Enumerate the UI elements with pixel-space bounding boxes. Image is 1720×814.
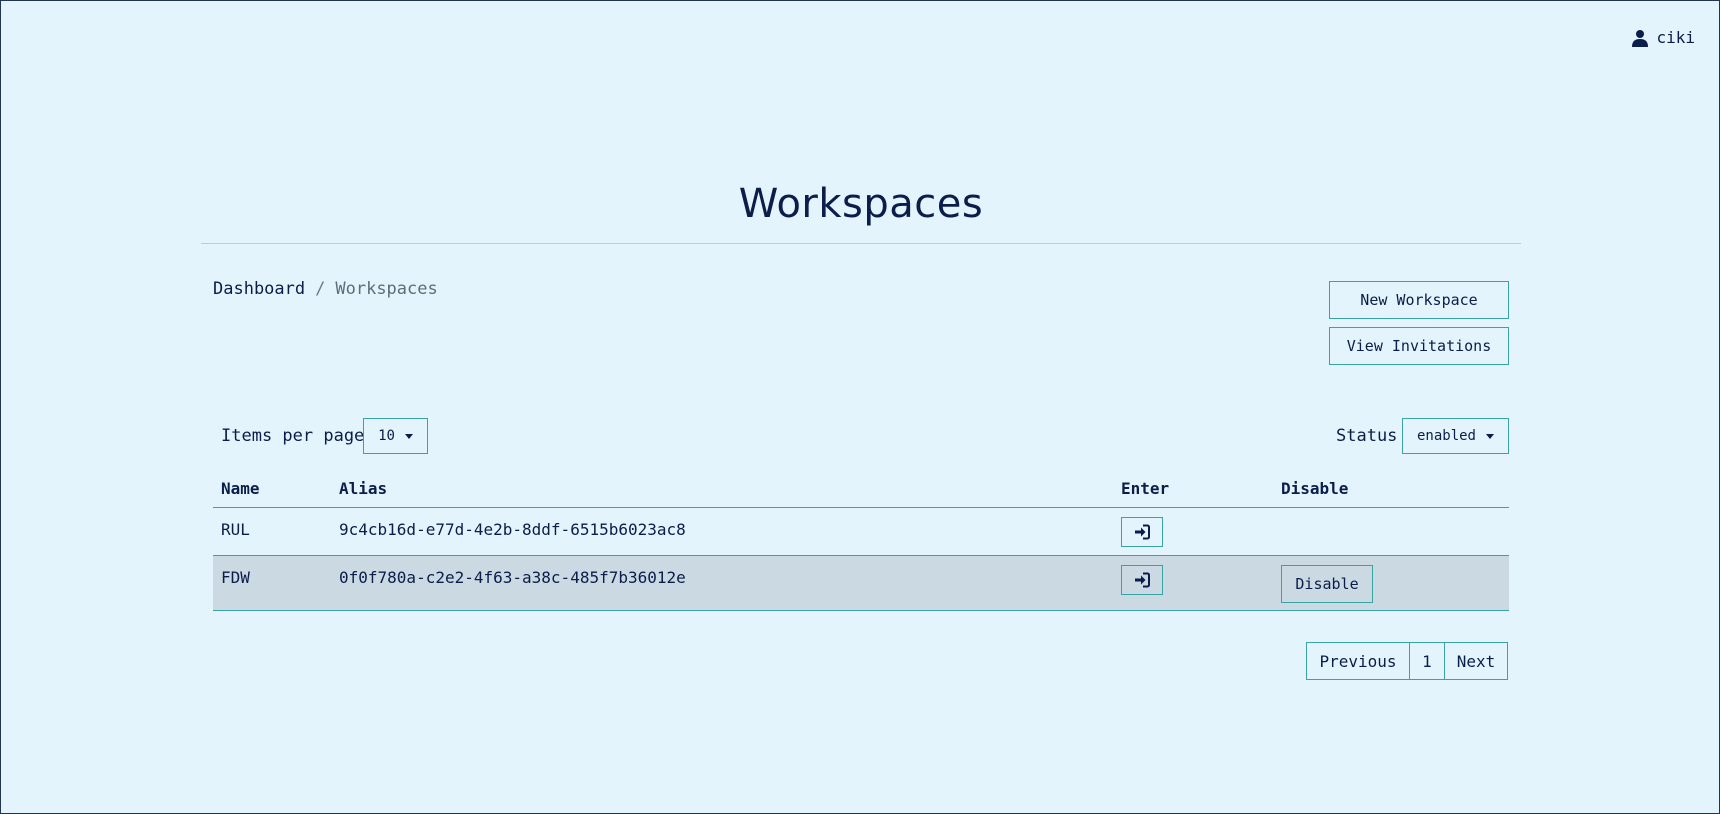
- new-workspace-button[interactable]: New Workspace: [1329, 281, 1509, 319]
- items-per-page-label: Items per page: [221, 426, 365, 446]
- breadcrumb-separator: /: [315, 279, 326, 299]
- workspace-name: FDW: [221, 568, 250, 587]
- table-row: RUL 9c4cb16d-e77d-4e2b-8ddf-6515b6023ac8: [213, 508, 1509, 556]
- status-filter-dropdown[interactable]: enabled: [1402, 418, 1509, 454]
- disable-workspace-button[interactable]: Disable: [1281, 565, 1373, 603]
- page-title: Workspaces: [738, 181, 984, 227]
- workspace-alias: 0f0f780a-c2e2-4f63-a38c-485f7b36012e: [339, 568, 686, 587]
- column-header-enter: Enter: [1121, 479, 1170, 498]
- column-header-alias: Alias: [339, 479, 388, 498]
- breadcrumb-dashboard-link[interactable]: Dashboard: [213, 279, 305, 299]
- workspaces-table: Name Alias Enter Disable RUL 9c4cb16d-e7…: [213, 471, 1509, 611]
- sign-in-icon: [1135, 524, 1150, 540]
- caret-down-icon: [1486, 433, 1494, 439]
- status-filter-value: enabled: [1416, 428, 1476, 444]
- pagination: Previous 1 Next: [1306, 642, 1508, 680]
- page-number-button[interactable]: 1: [1409, 642, 1445, 680]
- title-divider: [201, 243, 1521, 244]
- column-header-name: Name: [221, 479, 260, 498]
- next-page-button[interactable]: Next: [1444, 642, 1508, 680]
- column-header-disable: Disable: [1281, 479, 1349, 498]
- user-icon: [1632, 29, 1649, 47]
- caret-down-icon: [404, 433, 413, 439]
- enter-workspace-button[interactable]: [1121, 565, 1163, 595]
- items-per-page-value: 10: [378, 428, 395, 444]
- view-invitations-button[interactable]: View Invitations: [1329, 327, 1509, 365]
- user-name: ciki: [1656, 28, 1695, 47]
- user-menu[interactable]: ciki: [1632, 28, 1695, 47]
- workspace-name: RUL: [221, 520, 250, 539]
- sign-in-icon: [1135, 572, 1150, 588]
- status-filter-label: Status: [1336, 426, 1398, 446]
- table-header: Name Alias Enter Disable: [213, 471, 1509, 508]
- breadcrumb-current: Workspaces: [335, 279, 438, 299]
- previous-page-button[interactable]: Previous: [1306, 642, 1410, 680]
- workspace-alias: 9c4cb16d-e77d-4e2b-8ddf-6515b6023ac8: [339, 520, 686, 539]
- items-per-page-dropdown[interactable]: 10: [363, 418, 428, 454]
- enter-workspace-button[interactable]: [1121, 517, 1163, 547]
- breadcrumb: Dashboard / Workspaces: [213, 279, 438, 299]
- table-row: FDW 0f0f780a-c2e2-4f63-a38c-485f7b36012e…: [213, 556, 1509, 611]
